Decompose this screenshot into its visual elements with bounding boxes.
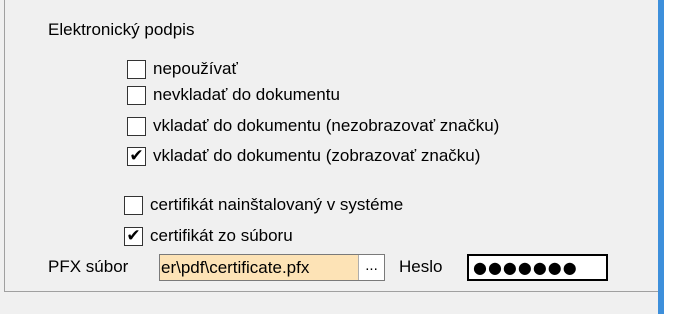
option-nepouzivat-label: nepoužívať (153, 59, 238, 78)
checkbox-nevkladat[interactable] (127, 85, 146, 105)
signature-group-title: Elektronický podpis (48, 20, 195, 39)
option-vkladat-nezobrazovat-label: vkladať do dokumentu (nezobrazovať značk… (153, 116, 500, 135)
password-label: Heslo (399, 257, 443, 276)
option-cert-system[interactable]: certifikát nainštalovaný v systéme (124, 193, 403, 217)
option-vkladat-zobrazovat-label: vkladať do dokumentu (zobrazovať značku) (153, 146, 481, 165)
password-field[interactable]: ●●●●●●● (467, 254, 608, 281)
checkbox-cert-file[interactable]: ✔ (124, 226, 143, 246)
option-vkladat-zobrazovat[interactable]: ✔ vkladať do dokumentu (zobrazovať značk… (127, 144, 480, 168)
option-cert-system-label: certifikát nainštalovaný v systéme (150, 195, 404, 214)
right-strip (664, 0, 677, 314)
option-cert-file[interactable]: ✔ certifikát zo súboru (124, 224, 293, 248)
pfx-file-input[interactable]: er\pdf\certificate.pfx (160, 255, 358, 280)
option-nevkladat[interactable]: nevkladať do dokumentu (127, 83, 340, 107)
checkbox-cert-system[interactable] (124, 195, 143, 215)
option-nepouzivat[interactable]: nepoužívať (127, 57, 238, 81)
panel-left-border (4, 0, 5, 292)
browse-button[interactable]: ... (358, 255, 384, 280)
option-cert-file-label: certifikát zo súboru (150, 226, 293, 245)
checkbox-vkladat-zobrazovat[interactable]: ✔ (127, 146, 146, 166)
pfx-file-value: er\pdf\certificate.pfx (161, 258, 310, 277)
panel-bottom-border (4, 291, 658, 292)
checkbox-vkladat-nezobrazovat[interactable] (127, 116, 146, 136)
checkbox-nepouzivat[interactable] (127, 59, 146, 79)
option-nevkladat-label: nevkladať do dokumentu (153, 85, 340, 104)
option-vkladat-nezobrazovat[interactable]: vkladať do dokumentu (nezobrazovať značk… (127, 114, 499, 138)
pfx-file-label: PFX súbor (48, 257, 129, 276)
pfx-file-field[interactable]: er\pdf\certificate.pfx ... (159, 254, 385, 281)
